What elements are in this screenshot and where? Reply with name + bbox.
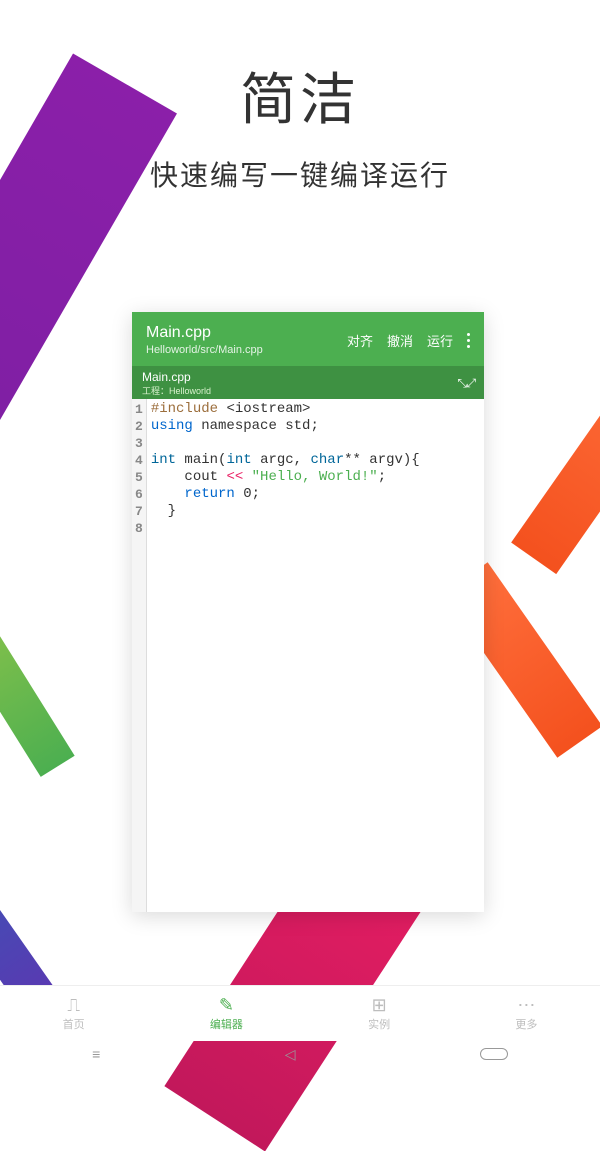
editor-header: Main.cpp Helloworld/src/Main.cpp 对齐 撤消 运… bbox=[132, 312, 484, 366]
code-content[interactable]: #include <iostream> using namespace std;… bbox=[147, 399, 426, 912]
editor-tabbar: Main.cpp 工程：Helloworld ⤡ ⤢ bbox=[132, 366, 484, 399]
system-nav-bar: ≡ ◁ bbox=[0, 1041, 600, 1067]
editor-project-label: 工程：Helloworld bbox=[142, 384, 211, 397]
nav-home[interactable]: ⎍ 首页 bbox=[63, 996, 85, 1032]
align-button[interactable]: 对齐 bbox=[347, 331, 373, 350]
nav-editor[interactable]: ✎ 编辑器 bbox=[210, 996, 243, 1032]
bottom-nav: ⎍ 首页 ✎ 编辑器 ⊞ 实例 ⋯ 更多 bbox=[0, 985, 600, 1041]
decor-stripe-green bbox=[0, 603, 75, 777]
editor-window: Main.cpp Helloworld/src/Main.cpp 对齐 撤消 运… bbox=[132, 312, 484, 912]
nav-more[interactable]: ⋯ 更多 bbox=[515, 996, 537, 1032]
expand-icon[interactable]: ⤡ ⤢ bbox=[457, 376, 474, 391]
undo-button[interactable]: 撤消 bbox=[387, 331, 413, 350]
nav-examples[interactable]: ⊞ 实例 bbox=[368, 996, 390, 1032]
editor-tab[interactable]: Main.cpp 工程：Helloworld bbox=[142, 370, 211, 397]
more-icon: ⋯ bbox=[517, 996, 535, 1014]
examples-icon: ⊞ bbox=[372, 996, 387, 1014]
editor-header-left: Main.cpp Helloworld/src/Main.cpp bbox=[146, 324, 263, 356]
home-icon: ⎍ bbox=[67, 996, 80, 1014]
sys-home-button[interactable] bbox=[480, 1048, 508, 1060]
decor-stripe-orange bbox=[511, 346, 600, 574]
editor-file-title: Main.cpp bbox=[146, 324, 263, 342]
editor-tab-label: Main.cpp bbox=[142, 370, 211, 384]
editor-file-path: Helloworld/src/Main.cpp bbox=[146, 344, 263, 356]
hero-subtitle: 快速编写一键编译运行 bbox=[0, 154, 600, 194]
editor-actions: 对齐 撤消 运行 bbox=[347, 331, 470, 350]
sys-menu-button[interactable]: ≡ bbox=[92, 1046, 100, 1062]
sys-back-button[interactable]: ◁ bbox=[285, 1046, 296, 1063]
hero-section: 简洁 快速编写一键编译运行 bbox=[0, 0, 600, 194]
hero-title: 简洁 bbox=[0, 55, 600, 136]
overflow-menu-icon[interactable] bbox=[467, 333, 470, 348]
editor-icon: ✎ bbox=[219, 996, 234, 1014]
run-button[interactable]: 运行 bbox=[427, 331, 453, 350]
line-gutter: 1 2 3 4 5 6 7 8 bbox=[132, 399, 147, 912]
code-area[interactable]: 1 2 3 4 5 6 7 8 #include <iostream> usin… bbox=[132, 399, 484, 912]
